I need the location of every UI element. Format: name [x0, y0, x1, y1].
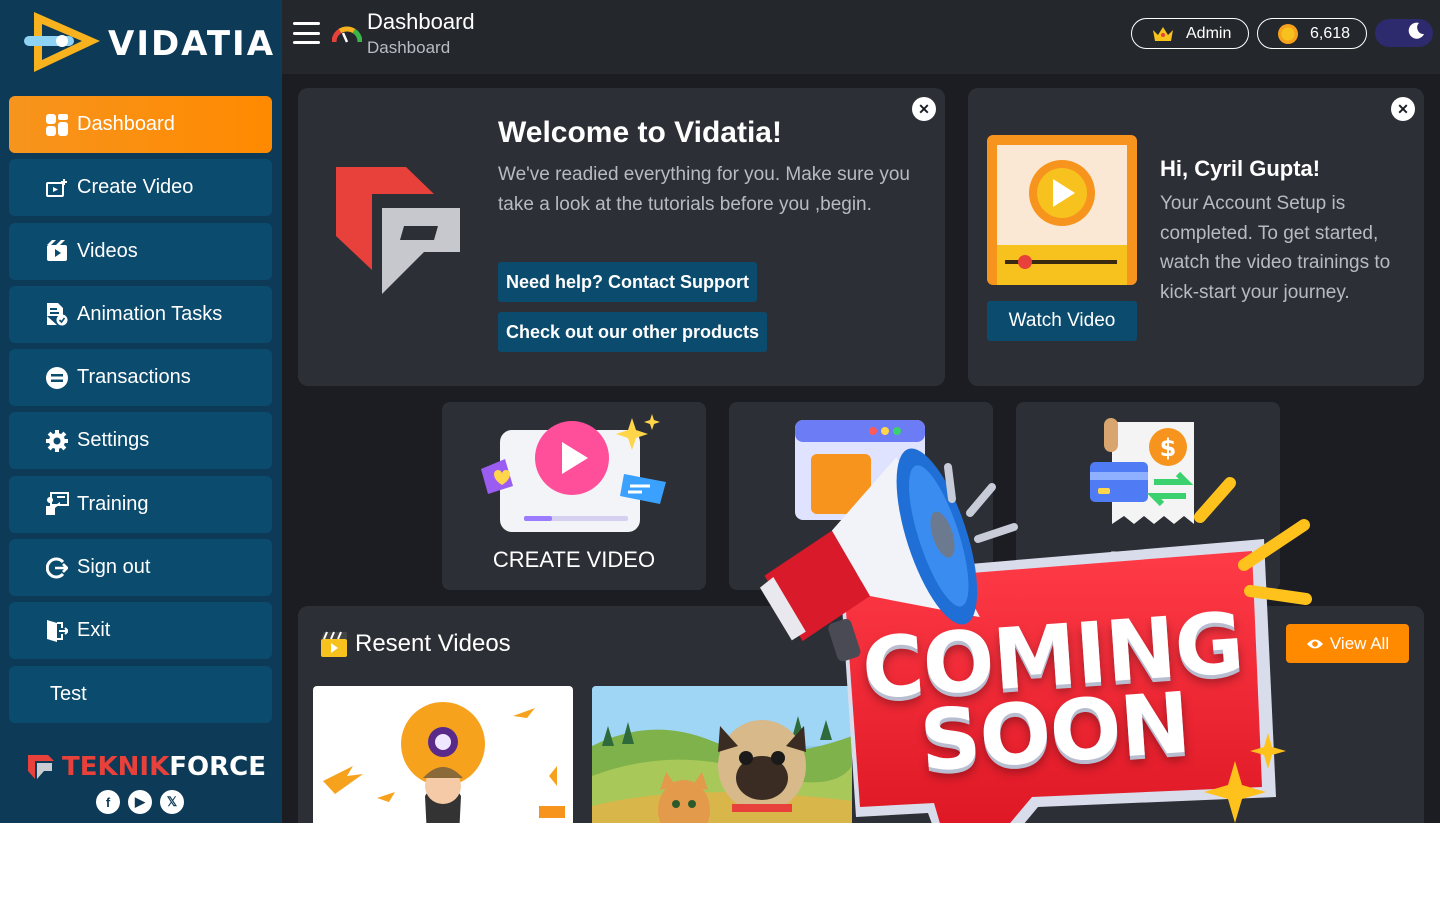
youtube-icon[interactable]: ▶	[128, 790, 152, 814]
sidebar-item-animation-tasks[interactable]: Animation Tasks	[9, 285, 272, 343]
page-title: Dashboard	[367, 9, 475, 34]
transactions-tile-label: TRANS	[1110, 547, 1186, 572]
x-icon[interactable]: 𝕏	[160, 790, 184, 814]
sidebar-item-videos[interactable]: Videos	[9, 222, 272, 280]
transactions-icon	[45, 366, 69, 390]
teknikforce-brand[interactable]: TEKNIKFORCE	[26, 752, 266, 782]
sidebar-item-label: Sign out	[77, 556, 151, 579]
sidebar-item-training[interactable]: Training	[9, 475, 272, 533]
sidebar-item-label: Videos	[77, 239, 138, 262]
vidatia-logo-icon	[24, 12, 100, 72]
account-setup-card: ✕ Watch Video Hi, Cyril Gupta! Your Acco…	[968, 88, 1424, 386]
sidebar-nav: Dashboard Create Video Videos Animation …	[9, 96, 272, 729]
moon-icon	[1407, 22, 1425, 45]
sidebar-item-label: Training	[77, 492, 149, 515]
role-label: Admin	[1186, 24, 1232, 42]
recent-videos-section: Resent Videos View All	[298, 606, 1424, 823]
videos-icon	[45, 239, 69, 263]
video-thumbnail-image	[592, 686, 852, 823]
view-all-button[interactable]: View All	[1286, 624, 1409, 663]
sidebar-item-sign-out[interactable]: Sign out	[9, 539, 272, 597]
sidebar-item-transactions[interactable]: Transactions	[9, 349, 272, 407]
welcome-card: ✕ Welcome to Vidatia! We've readied ever…	[298, 88, 945, 386]
video-thumbnail[interactable]	[592, 686, 852, 823]
coin-icon	[1278, 23, 1298, 44]
dark-mode-toggle[interactable]	[1375, 19, 1433, 47]
dashboard-icon	[45, 113, 69, 137]
contact-support-button[interactable]: Need help? Contact Support	[498, 262, 757, 302]
sidebar-item-label: Dashboard	[77, 113, 175, 135]
create-video-icon	[45, 176, 69, 200]
browser-window-icon	[795, 420, 925, 520]
sidebar-item-test[interactable]: Test	[9, 665, 272, 723]
watch-video-button[interactable]: Watch Video	[987, 301, 1137, 341]
app-logo[interactable]: VIDATIA	[22, 6, 273, 76]
close-account-card-button[interactable]: ✕	[1391, 97, 1415, 121]
brand-text: TEKNIKFORCE	[62, 752, 266, 782]
coin-balance[interactable]: 6,618	[1257, 18, 1367, 49]
transactions-illustration-icon: $	[1090, 418, 1194, 524]
welcome-title: Welcome to Vidatia!	[498, 116, 782, 149]
gear-icon	[45, 429, 69, 453]
sidebar: VIDATIA Dashboard Create Video Videos An…	[0, 0, 282, 823]
video-thumbnail[interactable]	[313, 686, 573, 823]
animation-tasks-icon	[45, 302, 69, 326]
sidebar-item-label: Animation Tasks	[77, 302, 223, 325]
campaign-tile[interactable]	[729, 402, 993, 590]
eye-icon	[1306, 638, 1324, 650]
product-logo-icon	[336, 167, 460, 294]
sidebar-item-dashboard[interactable]: Dashboard	[9, 96, 272, 153]
crown-icon	[1152, 26, 1174, 42]
exit-icon	[45, 619, 69, 643]
sidebar-item-settings[interactable]: Settings	[9, 412, 272, 470]
greeting: Hi, Cyril Gupta!	[1160, 156, 1321, 181]
sidebar-item-label: Test	[50, 682, 87, 705]
clapperboard-icon	[321, 631, 347, 657]
recent-videos-title: Resent Videos	[355, 630, 511, 657]
logo-text: VIDATIA	[108, 24, 276, 64]
video-player-icon	[987, 135, 1137, 285]
create-video-tile[interactable]: CREATE VIDEO	[442, 402, 706, 590]
facebook-icon[interactable]: f	[96, 790, 120, 814]
other-products-button[interactable]: Check out our other products	[498, 312, 768, 352]
menu-toggle-button[interactable]	[293, 22, 320, 44]
sidebar-item-label: Settings	[77, 429, 150, 452]
app-window: VIDATIA Dashboard Create Video Videos An…	[0, 0, 1440, 823]
training-icon	[45, 492, 69, 516]
view-all-label: View All	[1329, 633, 1390, 653]
account-setup-text: Your Account Setup is completed. To get …	[1160, 193, 1391, 303]
top-bar: Dashboard Dashboard Admin 6,618	[282, 0, 1440, 74]
social-links: f ▶ 𝕏	[96, 790, 184, 814]
sidebar-item-label: Create Video	[77, 176, 194, 199]
sign-out-icon	[45, 556, 69, 580]
sidebar-item-exit[interactable]: Exit	[9, 602, 272, 660]
welcome-text: We've readied everything for you. Make s…	[498, 164, 910, 215]
create-video-illustration-icon	[481, 414, 666, 532]
transactions-tile[interactable]: $ TRANS	[1016, 402, 1280, 590]
sidebar-item-label: Transactions	[77, 366, 191, 389]
breadcrumb[interactable]: Dashboard	[367, 38, 450, 58]
teknikforce-logo-icon	[28, 755, 54, 779]
role-badge[interactable]: Admin	[1131, 18, 1249, 49]
close-welcome-button[interactable]: ✕	[912, 97, 936, 121]
coin-count: 6,618	[1310, 24, 1351, 42]
video-thumbnail-image	[323, 702, 565, 823]
create-video-tile-label: CREATE VIDEO	[492, 547, 656, 572]
svg-text:$: $	[1160, 434, 1177, 462]
dashboard-gauge-icon	[332, 26, 362, 43]
sidebar-item-label: Exit	[77, 619, 111, 642]
sidebar-item-create-video[interactable]: Create Video	[9, 159, 272, 217]
